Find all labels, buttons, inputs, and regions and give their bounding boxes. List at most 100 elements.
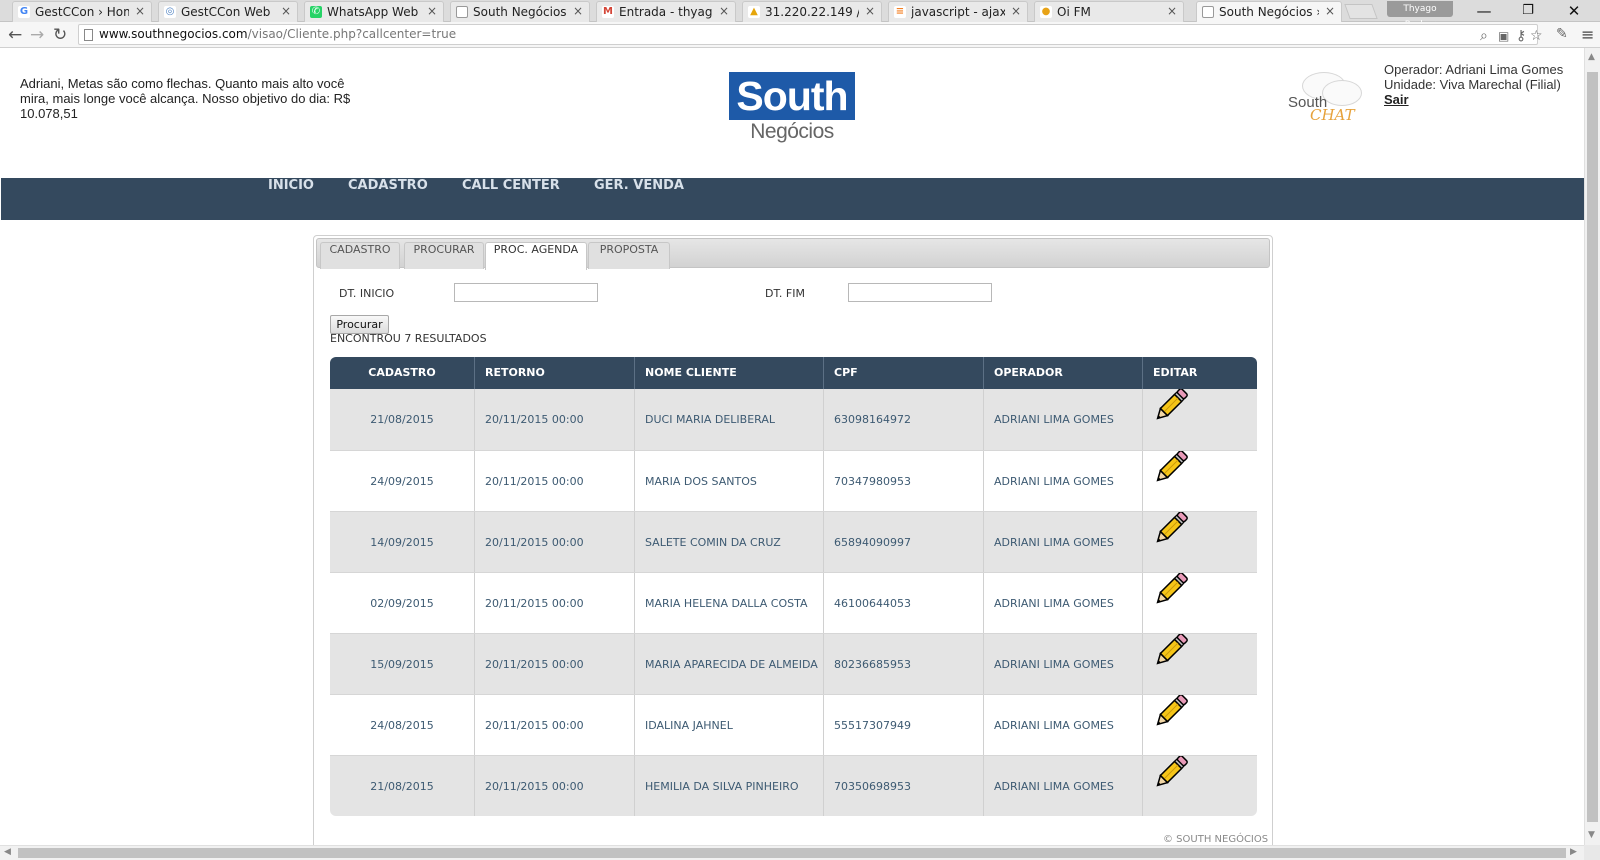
nav-item-ger-venda[interactable]: GER. VENDA bbox=[594, 178, 684, 220]
south-chat-logo[interactable]: South CHAT bbox=[1284, 68, 1364, 128]
pencil-icon[interactable] bbox=[1153, 573, 1189, 633]
cell-cpf: 80236685953 bbox=[824, 634, 984, 694]
profile-badge[interactable]: Thyago Pacher bbox=[1387, 1, 1453, 30]
browser-tab[interactable]: South Negócios › H × bbox=[450, 1, 590, 22]
browser-tab[interactable]: M Entrada - thyago.pa × bbox=[596, 1, 736, 22]
cell-retorno: 20/11/2015 00:00 bbox=[475, 451, 635, 511]
cell-cadastro: 15/09/2015 bbox=[330, 634, 475, 694]
browser-tab[interactable]: ◎ GestCCon Web × bbox=[158, 1, 298, 22]
tab-proposta[interactable]: PROPOSTA bbox=[588, 242, 670, 269]
browser-tab[interactable]: ● Oi FM × bbox=[1034, 1, 1184, 22]
scroll-right-icon[interactable]: ▶ bbox=[1570, 847, 1577, 857]
vertical-scrollbar[interactable]: ▲ ▼ bbox=[1584, 48, 1600, 845]
address-bar[interactable]: www.southnegocios.com/visao/Cliente.php?… bbox=[78, 24, 1543, 45]
cell-cpf: 63098164972 bbox=[824, 389, 984, 450]
nav-item-cadastro[interactable]: CADASTRO bbox=[348, 178, 428, 220]
cell-cpf: 70347980953 bbox=[824, 451, 984, 511]
page-icon bbox=[456, 6, 468, 18]
browser-tab[interactable]: ▲ 31.220.22.149 / loca × bbox=[742, 1, 882, 22]
cell-cadastro: 24/08/2015 bbox=[330, 695, 475, 755]
vertical-scroll-thumb[interactable] bbox=[1587, 72, 1598, 822]
pencil-icon[interactable] bbox=[1153, 512, 1189, 572]
zoom-icon[interactable]: ⌕ bbox=[1480, 28, 1488, 44]
browser-tab-active[interactable]: South Negócios › C × bbox=[1196, 1, 1342, 22]
menu-icon[interactable]: ≡ bbox=[1581, 26, 1594, 44]
tools-icon[interactable]: ✎ bbox=[1556, 26, 1568, 42]
cell-retorno: 20/11/2015 00:00 bbox=[475, 389, 635, 450]
gmail-icon: M bbox=[602, 6, 614, 18]
pencil-icon[interactable] bbox=[1153, 451, 1189, 511]
close-tab-icon[interactable]: × bbox=[427, 4, 437, 18]
whatsapp-icon: ✆ bbox=[310, 6, 322, 18]
url-path: /visao/Cliente.php?callcenter=true bbox=[247, 27, 457, 41]
nav-item-inicio[interactable]: INICIO bbox=[268, 178, 314, 220]
close-tab-icon[interactable]: × bbox=[865, 4, 875, 18]
key-icon[interactable]: ⚷ bbox=[1516, 28, 1526, 44]
pencil-icon[interactable] bbox=[1153, 695, 1189, 755]
bookmark-star-icon[interactable]: ☆ bbox=[1530, 28, 1543, 44]
cell-editar bbox=[1143, 389, 1257, 450]
phpmyadmin-icon: ▲ bbox=[748, 6, 760, 18]
nav-item-call-center[interactable]: CALL CENTER bbox=[462, 178, 560, 220]
cell-cpf: 70350698953 bbox=[824, 756, 984, 816]
start-date-label: DT. INICIO bbox=[339, 287, 395, 300]
close-tab-icon[interactable]: × bbox=[719, 4, 729, 18]
pencil-icon[interactable] bbox=[1153, 756, 1189, 816]
pencil-icon[interactable] bbox=[1153, 634, 1189, 694]
pencil-icon[interactable] bbox=[1153, 389, 1189, 450]
tab-cadastro[interactable]: CADASTRO bbox=[320, 242, 400, 269]
cell-editar bbox=[1143, 634, 1257, 694]
scroll-down-icon[interactable]: ▼ bbox=[1588, 830, 1595, 840]
close-window-icon[interactable]: ✕ bbox=[1552, 1, 1596, 21]
header-operador[interactable]: OPERADOR bbox=[984, 357, 1143, 389]
sub-tabs: CADASTRO PROCURAR PROC. AGENDA PROPOSTA bbox=[316, 238, 1270, 270]
header-editar: EDITAR bbox=[1153, 366, 1198, 379]
chat-bubble-shape bbox=[1322, 80, 1362, 106]
scroll-left-icon[interactable]: ◀ bbox=[4, 847, 11, 857]
back-arrow-icon[interactable]: ← bbox=[8, 25, 22, 45]
tab-proc-agenda[interactable]: PROC. AGENDA bbox=[485, 242, 587, 270]
minimize-icon[interactable]: — bbox=[1462, 1, 1506, 21]
horizontal-scrollbar[interactable]: ◀ ▶ bbox=[0, 845, 1584, 860]
header-cpf[interactable]: CPF bbox=[824, 357, 984, 389]
restore-icon[interactable]: ❐ bbox=[1506, 1, 1550, 21]
cell-operador: ADRIANI LIMA GOMES bbox=[984, 389, 1143, 450]
table-row: 24/08/2015 20/11/2015 00:00 IDALINA JAHNEL… bbox=[330, 694, 1257, 755]
cell-operador: ADRIANI LIMA GOMES bbox=[984, 512, 1143, 572]
logout-link[interactable]: Sair bbox=[1384, 92, 1563, 107]
browser-tab[interactable]: ✆ WhatsApp Web × bbox=[304, 1, 444, 22]
header-nome-cliente[interactable]: NOME CLIENTE bbox=[635, 357, 824, 389]
tab-procurar[interactable]: PROCURAR bbox=[404, 242, 484, 269]
cell-cadastro: 02/09/2015 bbox=[330, 573, 475, 633]
extension-icon[interactable]: ▣ bbox=[1498, 28, 1509, 44]
close-tab-icon[interactable]: × bbox=[281, 4, 291, 18]
browser-tab-title: South Negócios › H bbox=[473, 5, 567, 19]
radio-icon: ● bbox=[1040, 6, 1052, 18]
cell-operador: ADRIANI LIMA GOMES bbox=[984, 634, 1143, 694]
header-cadastro[interactable]: CADASTRO bbox=[330, 357, 475, 389]
close-tab-icon[interactable]: × bbox=[573, 4, 583, 18]
start-date-input[interactable] bbox=[454, 283, 598, 302]
close-tab-icon[interactable]: × bbox=[1325, 4, 1335, 18]
reload-icon[interactable]: ↻ bbox=[53, 25, 67, 45]
browser-tab-strip: G GestCCon › Home × ◎ GestCCon Web × ✆ W… bbox=[0, 0, 1600, 30]
header-retorno[interactable]: RETORNO bbox=[475, 357, 635, 389]
south-negocios-logo[interactable]: South Negócios bbox=[729, 72, 855, 144]
close-tab-icon[interactable]: × bbox=[1167, 4, 1177, 18]
close-tab-icon[interactable]: × bbox=[135, 4, 145, 18]
scroll-up-icon[interactable]: ▲ bbox=[1588, 52, 1595, 62]
cell-cpf: 65894090997 bbox=[824, 512, 984, 572]
close-tab-icon[interactable]: × bbox=[1011, 4, 1021, 18]
url-text[interactable]: www.southnegocios.com/visao/Cliente.php?… bbox=[99, 27, 456, 41]
horizontal-scroll-thumb[interactable] bbox=[18, 848, 1566, 858]
page-icon bbox=[1202, 6, 1214, 18]
browser-tab[interactable]: ≡ javascript - ajax Inv × bbox=[888, 1, 1028, 22]
page-info-icon[interactable] bbox=[84, 29, 93, 41]
cell-cpf: 46100644053 bbox=[824, 573, 984, 633]
new-tab-button[interactable] bbox=[1344, 4, 1378, 19]
forward-arrow-icon[interactable]: → bbox=[30, 25, 44, 45]
stackoverflow-icon: ≡ bbox=[894, 6, 906, 18]
browser-tab[interactable]: G GestCCon › Home × bbox=[12, 1, 152, 22]
cell-editar bbox=[1143, 573, 1257, 633]
end-date-input[interactable] bbox=[848, 283, 992, 302]
